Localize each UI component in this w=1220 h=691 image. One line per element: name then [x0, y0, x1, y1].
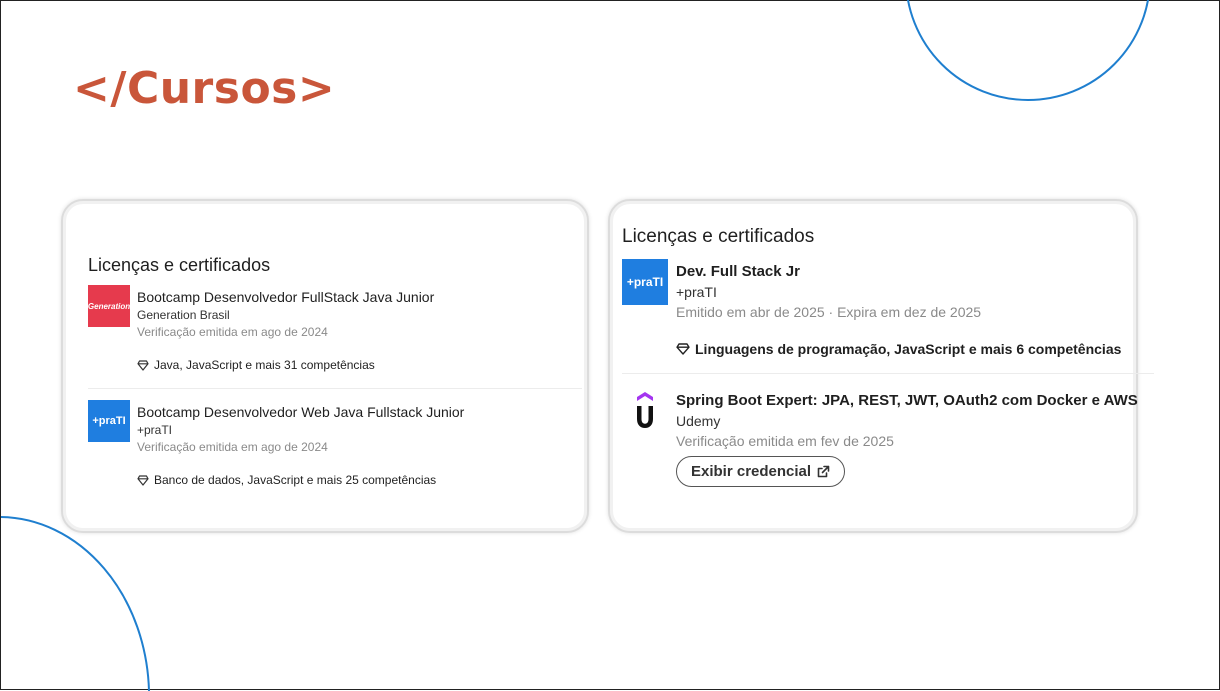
divider — [88, 388, 582, 389]
certificate-title[interactable]: Dev. Full Stack Jr — [676, 263, 800, 280]
certificates-card-right: Licenças e certificados +praTI Dev. Full… — [608, 199, 1154, 533]
diamond-icon — [137, 359, 149, 371]
certificate-meta: Verificação emitida em fev de 2025 — [676, 433, 894, 449]
view-credential-button[interactable]: Exibir credencial — [676, 456, 846, 487]
skills-row[interactable]: Banco de dados, JavaScript e mais 25 com… — [137, 473, 436, 487]
divider — [622, 373, 1154, 374]
certificate-title[interactable]: Bootcamp Desenvolvedor FullStack Java Ju… — [137, 289, 434, 305]
skills-text: Java, JavaScript e mais 31 competências — [154, 358, 375, 372]
decorative-circle-top — [907, 0, 1149, 101]
certificate-issuer: Generation Brasil — [137, 308, 230, 322]
card-heading: Licenças e certificados — [622, 226, 815, 247]
diamond-icon — [676, 343, 690, 355]
skills-row[interactable]: Linguagens de programação, JavaScript e … — [676, 341, 1121, 357]
skills-text: Linguagens de programação, JavaScript e … — [695, 341, 1122, 357]
certificate-issuer: +praTI — [137, 423, 173, 437]
certificate-title[interactable]: Bootcamp Desenvolvedor Web Java Fullstac… — [137, 404, 464, 420]
certificate-entry[interactable]: Generation Bootcamp Desenvolvedor FullSt… — [88, 285, 578, 375]
certificate-entry[interactable]: Spring Boot Expert: JPA, REST, JWT, OAut… — [622, 388, 1138, 488]
certificate-meta: Emitido em abr de 2025 · Expira em dez d… — [676, 304, 982, 320]
skills-row[interactable]: Java, JavaScript e mais 31 competências — [137, 358, 375, 372]
diamond-icon — [137, 474, 149, 486]
skills-text: Banco de dados, JavaScript e mais 25 com… — [154, 473, 437, 487]
external-link-icon — [817, 465, 830, 478]
card-heading: Licenças e certificados — [88, 255, 271, 275]
certificate-issuer: +praTI — [676, 284, 717, 300]
certificate-issuer: Udemy — [676, 413, 721, 429]
generation-brasil-logo: Generation — [88, 285, 130, 327]
decorative-circle-bottom — [0, 516, 150, 691]
prati-logo: +praTI — [88, 400, 130, 442]
certificates-card-left: Licenças e certificados Generation Bootc… — [61, 199, 589, 533]
certificate-title[interactable]: Spring Boot Expert: JPA, REST, JWT, OAut… — [676, 392, 1138, 409]
certificate-meta: Verificação emitida em ago de 2024 — [137, 325, 328, 339]
prati-logo: +praTI — [622, 259, 668, 305]
udemy-logo — [637, 392, 653, 428]
page-title: </Cursos> — [73, 63, 336, 114]
certificate-entry[interactable]: +praTI Bootcamp Desenvolvedor Web Java F… — [88, 400, 578, 490]
certificate-entry[interactable]: +praTI Dev. Full Stack Jr +praTI Emitido… — [622, 259, 1127, 359]
button-label: Exibir credencial — [691, 463, 812, 480]
certificate-meta: Verificação emitida em ago de 2024 — [137, 440, 328, 454]
